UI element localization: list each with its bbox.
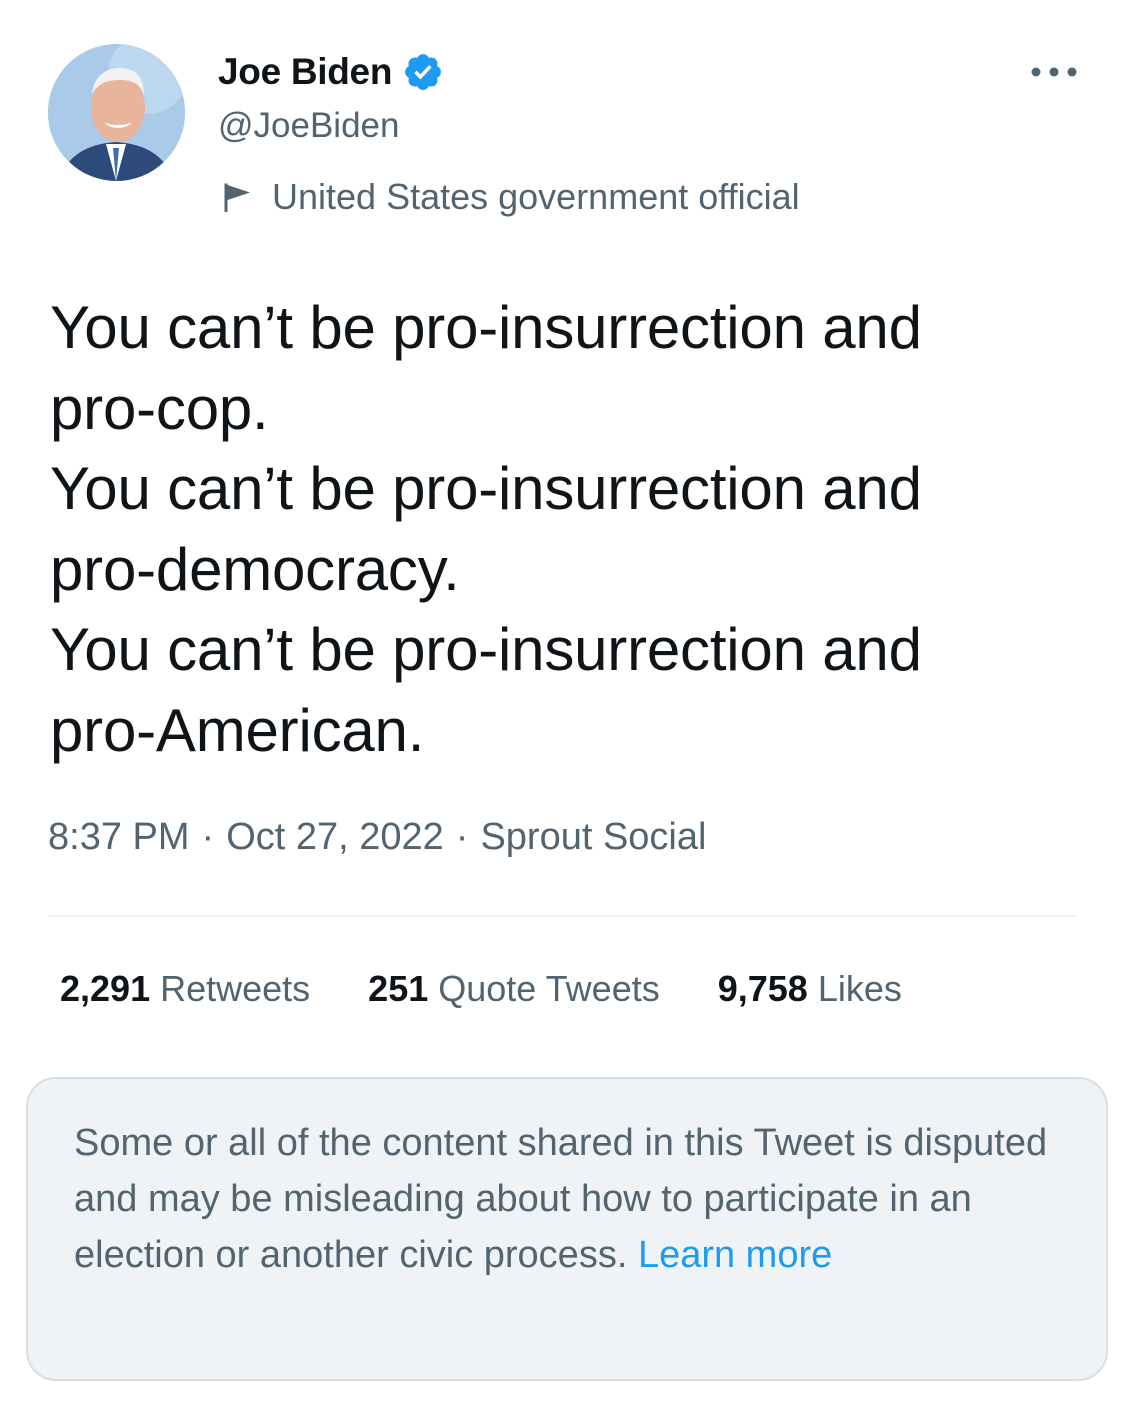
- author-display-name[interactable]: Joe Biden: [218, 51, 392, 93]
- divider: [48, 915, 1077, 917]
- tweet-text: You can’t be pro-insurrection and pro-co…: [50, 288, 1090, 771]
- tweet-page: Joe Biden @JoeBiden United States govern…: [0, 0, 1125, 1405]
- avatar-image: [48, 44, 185, 181]
- learn-more-link[interactable]: Learn more: [638, 1234, 832, 1276]
- retweets-label: Retweets: [160, 968, 311, 1009]
- flag-icon: [224, 183, 250, 212]
- meta-separator: ·: [201, 816, 215, 858]
- tweet-text-line: You can’t be pro-insurrection and: [50, 294, 922, 361]
- engagement-stats: 2,291 Retweets 251 Quote Tweets 9,758 Likes: [60, 968, 960, 1010]
- tweet-source[interactable]: Sprout Social: [480, 816, 706, 858]
- verified-badge-icon: [405, 54, 442, 90]
- likes-stat[interactable]: 9,758 Likes: [718, 968, 902, 1010]
- government-label-text: United States government official: [272, 176, 800, 217]
- more-options-icon[interactable]: [1026, 52, 1082, 92]
- tweet-text-line: You can’t be pro-insurrection and: [50, 455, 922, 522]
- government-label: United States government official: [220, 172, 800, 222]
- retweets-stat[interactable]: 2,291 Retweets: [60, 968, 310, 1010]
- tweet-metadata: 8:37 PM · Oct 27, 2022 · Sprout Social: [48, 816, 706, 859]
- author-handle[interactable]: @JoeBiden: [218, 106, 399, 146]
- retweets-count: 2,291: [60, 968, 151, 1009]
- quote-tweets-count: 251: [368, 968, 429, 1009]
- quote-tweets-label: Quote Tweets: [438, 968, 660, 1009]
- notice-text-block: Some or all of the content shared in thi…: [74, 1115, 1074, 1283]
- meta-separator: ·: [455, 816, 469, 858]
- disputed-content-notice: Some or all of the content shared in thi…: [26, 1077, 1108, 1381]
- tweet-date[interactable]: Oct 27, 2022: [226, 816, 444, 858]
- tweet-text-line: pro-cop.: [50, 374, 269, 442]
- notice-text: Some or all of the content shared in thi…: [74, 1122, 1048, 1276]
- author-avatar[interactable]: [48, 44, 185, 181]
- tweet-text-line: You can’t be pro-insurrection and: [50, 616, 922, 683]
- author-name-row[interactable]: Joe Biden: [218, 48, 444, 96]
- tweet-text-line: pro-democracy.: [50, 535, 460, 603]
- tweet-text-line: pro-American.: [50, 696, 425, 764]
- likes-label: Likes: [817, 968, 902, 1009]
- quote-tweets-stat[interactable]: 251 Quote Tweets: [368, 968, 660, 1010]
- likes-count: 9,758: [717, 968, 808, 1009]
- tweet-time[interactable]: 8:37 PM: [48, 816, 190, 858]
